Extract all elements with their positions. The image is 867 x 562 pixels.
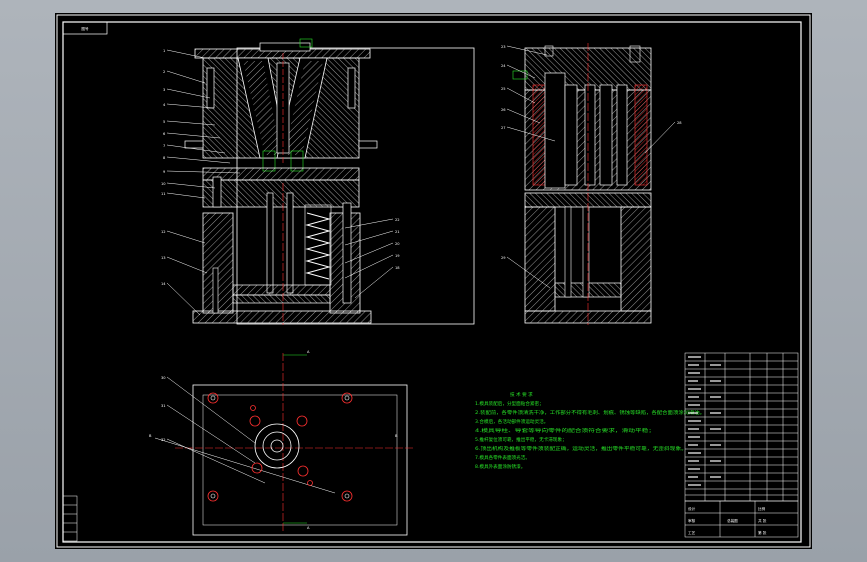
section-mark-b-left: B	[149, 434, 152, 438]
title-cell-5: 共 张	[758, 518, 767, 523]
title-cell-3: 工艺	[688, 530, 696, 535]
callout-14: 14	[161, 282, 166, 286]
plan-view: 30 31 32 A A B B	[149, 350, 415, 536]
callout-28: 28	[677, 121, 682, 125]
outer-frame	[56, 14, 811, 548]
callout-4: 4	[163, 103, 166, 107]
tech-line-6: 6.顶出机构及推板等零件须装配正确，运动灵活，推出零件平稳可靠，无歪斜现象。	[475, 445, 687, 452]
tech-line-3: 3.合模后，各活动部件须运动灵活。	[475, 418, 548, 425]
title-cell-2: 审核	[688, 518, 696, 523]
tech-line-5: 5.推杆复位须可靠，推出平稳，无卡滞现象；	[475, 436, 567, 443]
drawing-sheet[interactable]: 图号 1 2 3 4 5 6 7 8 9 10 11 12 13 14 22 2…	[55, 13, 812, 549]
callout-1: 1	[163, 49, 165, 53]
callout-18: 18	[395, 266, 400, 270]
callout-5: 5	[163, 120, 165, 124]
front-section-view: 1 2 3 4 5 6 7 8 9 10 11 12 13 14 22 21 2…	[161, 38, 475, 325]
callout-31: 31	[161, 404, 166, 408]
callout-27: 27	[501, 126, 506, 130]
callout-20: 20	[395, 242, 400, 246]
tech-title: 技 术 要 求	[510, 391, 533, 398]
callout-7: 7	[163, 144, 165, 148]
callout-12: 12	[161, 230, 166, 234]
inner-frame	[62, 21, 802, 543]
tech-line-7: 7.模具各零件表面须光洁。	[475, 454, 530, 461]
section-mark-a-bottom: A	[307, 526, 310, 530]
section-mark-a-top: A	[307, 350, 310, 354]
tech-line-1: 1.模具装配后，分型面贴合紧密；	[475, 400, 544, 407]
title-block-name: 总装图	[727, 518, 738, 523]
callout-32: 32	[161, 438, 166, 442]
section-mark-b-right: B	[395, 434, 398, 438]
title-cell-4: 比例	[758, 506, 766, 511]
callout-9: 9	[163, 170, 166, 174]
side-section-view: 23 24 25 26 27 28 29	[501, 43, 682, 325]
callout-30: 30	[161, 376, 166, 380]
callout-22: 22	[395, 218, 400, 222]
callout-2: 2	[163, 70, 165, 74]
title-block	[684, 500, 799, 538]
callout-3: 3	[163, 88, 165, 92]
callout-6: 6	[163, 132, 166, 136]
callout-21: 21	[395, 230, 400, 234]
callout-10: 10	[161, 182, 166, 186]
callout-26: 26	[501, 108, 506, 112]
sheet-tag: 图号	[81, 26, 89, 31]
callout-13: 13	[161, 256, 166, 260]
callout-19: 19	[395, 254, 400, 258]
tech-line-4: 4.模具导柱、导套等导向零件的配合须符合要求，滑动平稳；	[475, 427, 655, 434]
callout-25: 25	[501, 87, 506, 91]
drawing-canvas: 图号 1 2 3 4 5 6 7 8 9 10 11 12 13 14 22 2…	[56, 14, 811, 548]
callout-11: 11	[161, 192, 166, 196]
title-cell-1: 设计	[688, 506, 696, 511]
callout-8: 8	[163, 156, 166, 160]
revision-box	[62, 495, 78, 542]
technical-requirements: 技 术 要 求 1.模具装配后，分型面贴合紧密； 2.装配前，各零件须清洗干净，…	[475, 391, 705, 470]
parts-list	[684, 352, 799, 502]
callout-23: 23	[501, 45, 506, 49]
callout-29: 29	[501, 256, 506, 260]
tech-line-2: 2.装配前，各零件须清洗干净，工作部分不得有毛刺、划痕、锈蚀等缺陷，各配合面须涂…	[475, 409, 705, 416]
parts-list-scribbles	[688, 356, 721, 486]
title-cell-6: 第 张	[758, 530, 767, 535]
callout-24: 24	[501, 64, 506, 68]
tech-line-8: 8.模具外表面涂防锈漆。	[475, 463, 525, 470]
